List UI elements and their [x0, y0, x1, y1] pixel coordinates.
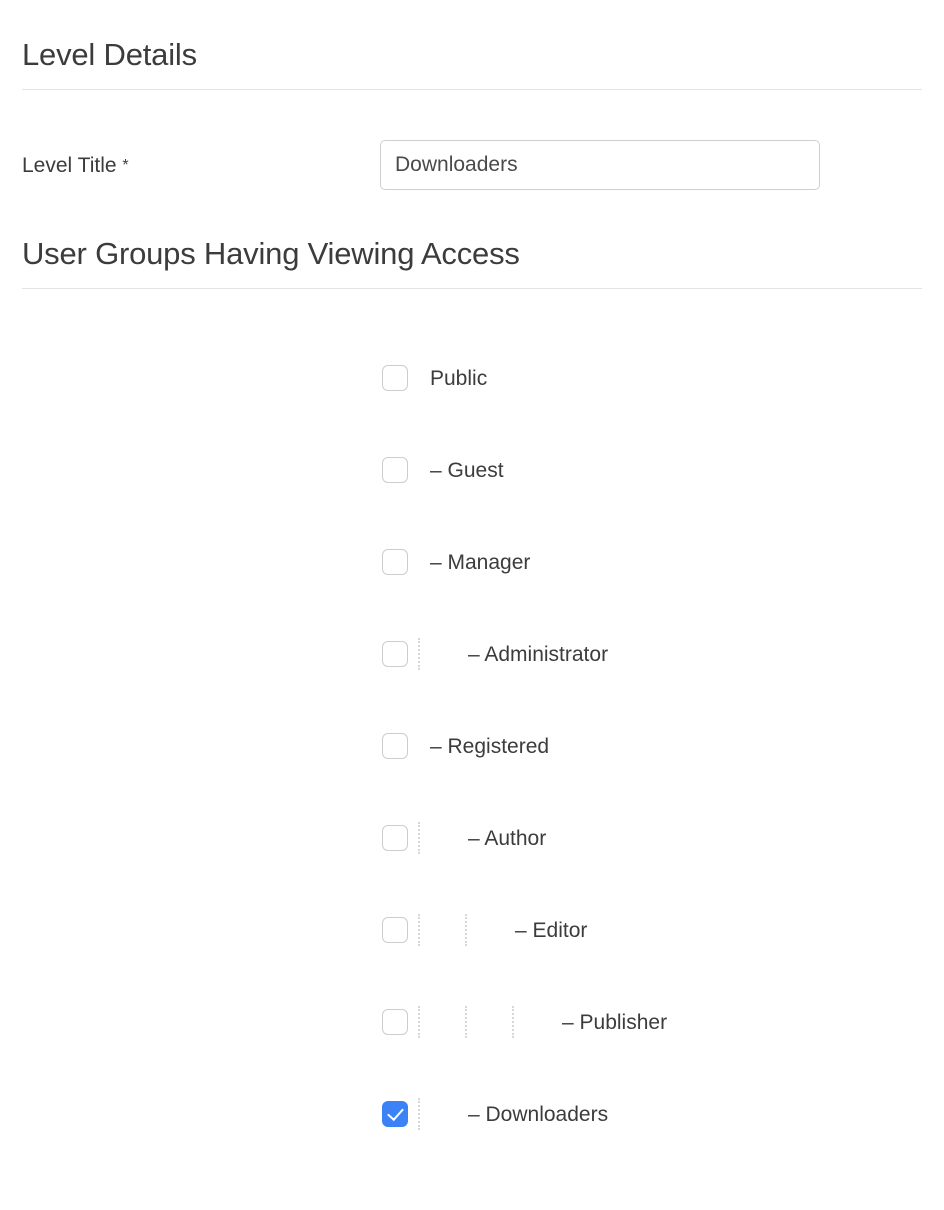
- level-details-page: Level Details Level Title * User Groups …: [0, 0, 944, 1210]
- section-level-details: Level Details: [0, 0, 944, 91]
- group-label: – Administrator: [468, 642, 609, 666]
- group-row[interactable]: – Publisher: [382, 1006, 944, 1039]
- group-checkbox[interactable]: [382, 917, 408, 944]
- user-groups-checkbox-tree: Public – Guest – Manager – Administrator – R…: [0, 363, 944, 1131]
- tree-guide-line: [455, 1006, 502, 1039]
- level-title-label-text: Level Title: [22, 153, 117, 177]
- tree-guide-line: [455, 914, 502, 947]
- group-row[interactable]: – Downloaders: [382, 1098, 944, 1131]
- required-marker: *: [122, 156, 129, 174]
- group-label: – Registered: [430, 734, 550, 758]
- section-user-groups: User Groups Having Viewing Access: [0, 190, 944, 290]
- level-title-label: Level Title *: [22, 155, 380, 176]
- level-title-input[interactable]: [380, 140, 820, 191]
- group-label: – Editor: [515, 918, 588, 942]
- group-checkbox[interactable]: [382, 733, 408, 760]
- group-label: – Downloaders: [468, 1102, 609, 1126]
- group-label: – Guest: [430, 458, 504, 482]
- group-checkbox[interactable]: [382, 457, 408, 484]
- section-divider: [22, 288, 922, 290]
- group-label: – Author: [468, 826, 547, 850]
- level-title-field-row: Level Title *: [0, 140, 944, 191]
- group-row[interactable]: – Registered: [382, 731, 944, 761]
- group-label: – Publisher: [562, 1010, 668, 1034]
- user-groups-title: User Groups Having Viewing Access: [22, 236, 520, 272]
- group-label: Public: [430, 366, 488, 390]
- group-checkbox[interactable]: [382, 549, 408, 576]
- group-row[interactable]: – Manager: [382, 547, 944, 577]
- section-divider: [22, 89, 922, 91]
- group-checkbox[interactable]: [382, 641, 408, 668]
- group-row[interactable]: – Administrator: [382, 638, 944, 671]
- tree-guide-line: [408, 822, 455, 855]
- tree-guide-line: [408, 1098, 455, 1131]
- tree-guide-line: [408, 914, 455, 947]
- group-row[interactable]: – Editor: [382, 914, 944, 947]
- group-checkbox-checked[interactable]: [382, 1101, 408, 1128]
- tree-guide-line: [502, 1006, 549, 1039]
- group-checkbox[interactable]: [382, 365, 408, 392]
- tree-guide-line: [408, 638, 455, 671]
- group-row[interactable]: – Author: [382, 822, 944, 855]
- group-checkbox[interactable]: [382, 825, 408, 852]
- group-row[interactable]: – Guest: [382, 455, 944, 485]
- tree-guide-line: [408, 1006, 455, 1039]
- page-title: Level Details: [22, 37, 197, 72]
- group-row[interactable]: Public: [382, 363, 944, 393]
- group-checkbox[interactable]: [382, 1009, 408, 1036]
- group-label: – Manager: [430, 550, 531, 574]
